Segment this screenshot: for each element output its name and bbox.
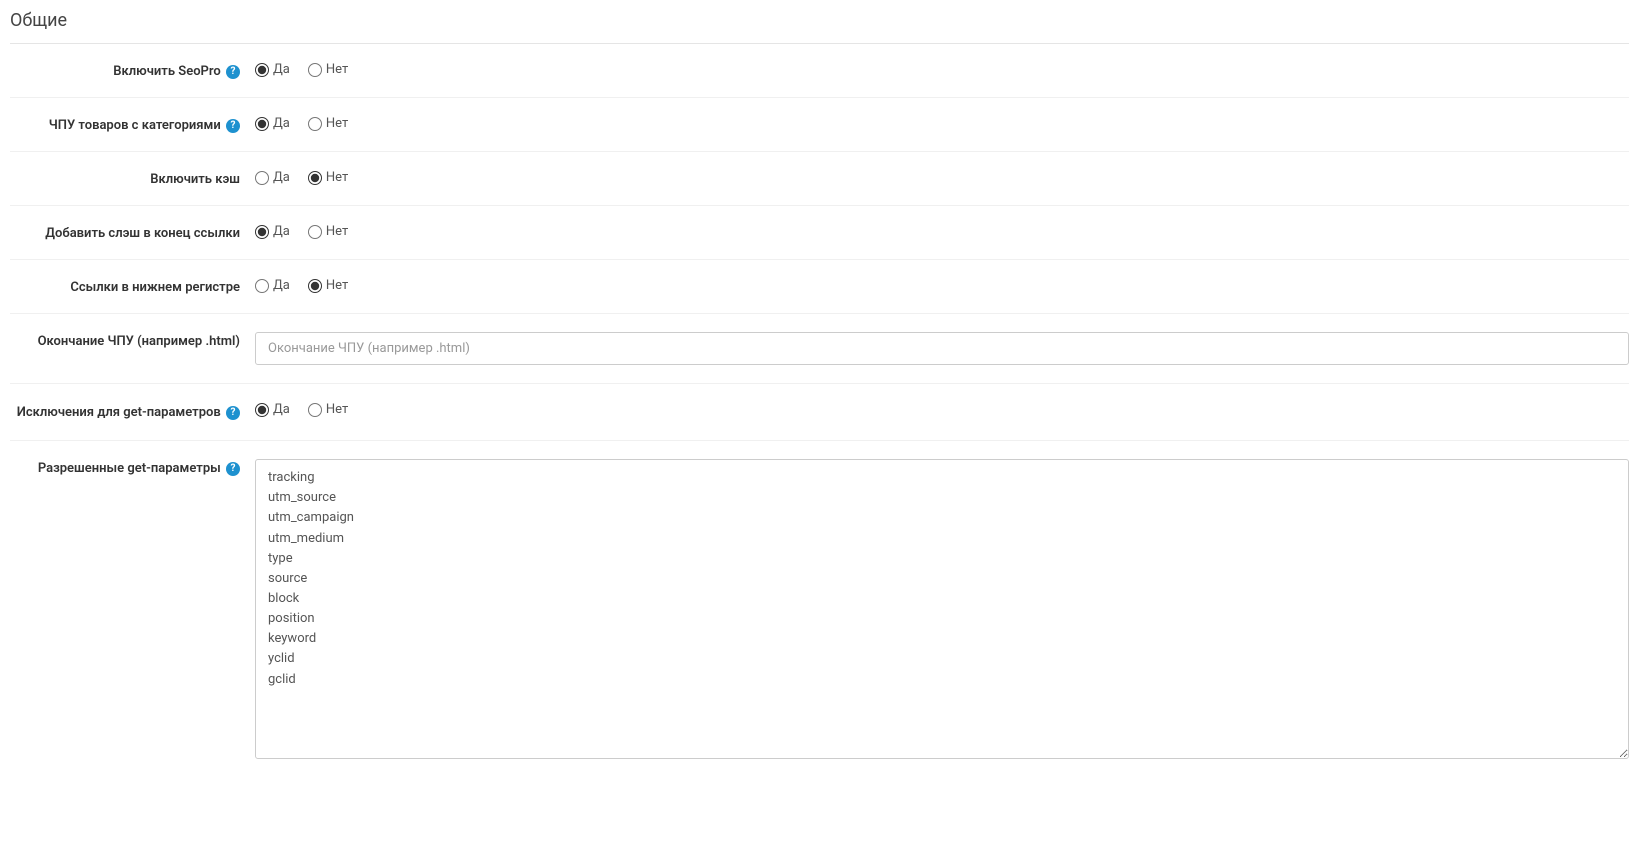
radio-no[interactable]: Нет <box>308 402 348 417</box>
radio-yes-input[interactable] <box>255 279 269 293</box>
radio-yes[interactable]: Да <box>255 170 290 185</box>
label-get-param-exceptions: Исключения для get-параметров ? <box>10 402 255 422</box>
radio-no[interactable]: Нет <box>308 278 348 293</box>
radio-no-label: Нет <box>326 116 348 131</box>
radio-no-label: Нет <box>326 224 348 239</box>
radio-no-input[interactable] <box>308 63 322 77</box>
help-icon[interactable]: ? <box>226 406 240 420</box>
radio-no-input[interactable] <box>308 171 322 185</box>
radio-yes[interactable]: Да <box>255 402 290 417</box>
radio-no-input[interactable] <box>308 225 322 239</box>
radio-yes[interactable]: Да <box>255 224 290 239</box>
row-product-urls-categories: ЧПУ товаров с категориями ? Да Нет <box>10 98 1629 152</box>
radio-yes-label: Да <box>273 278 290 293</box>
radio-yes-label: Да <box>273 116 290 131</box>
radio-no-label: Нет <box>326 62 348 77</box>
radio-yes-input[interactable] <box>255 117 269 131</box>
label-allowed-get-params: Разрешенные get-параметры ? <box>10 459 255 476</box>
row-trailing-slash: Добавить слэш в конец ссылки Да Нет <box>10 206 1629 260</box>
radio-yes-label: Да <box>273 402 290 417</box>
radio-no-input[interactable] <box>308 403 322 417</box>
radio-yes-input[interactable] <box>255 403 269 417</box>
allowed-get-params-textarea[interactable] <box>255 459 1629 759</box>
label-lowercase-urls: Ссылки в нижнем регистре <box>10 278 255 295</box>
radio-no-label: Нет <box>326 278 348 293</box>
label-enable-cache: Включить кэш <box>10 170 255 187</box>
row-lowercase-urls: Ссылки в нижнем регистре Да Нет <box>10 260 1629 314</box>
radio-yes-label: Да <box>273 224 290 239</box>
label-product-urls-categories: ЧПУ товаров с категориями ? <box>10 116 255 133</box>
radio-no[interactable]: Нет <box>308 170 348 185</box>
radio-no-label: Нет <box>326 402 348 417</box>
radio-yes-label: Да <box>273 170 290 185</box>
radio-no[interactable]: Нет <box>308 62 348 77</box>
help-icon[interactable]: ? <box>226 462 240 476</box>
radio-no-input[interactable] <box>308 117 322 131</box>
radio-yes[interactable]: Да <box>255 116 290 131</box>
url-ending-input[interactable] <box>255 332 1629 365</box>
radio-no-input[interactable] <box>308 279 322 293</box>
radio-no-label: Нет <box>326 170 348 185</box>
row-allowed-get-params: Разрешенные get-параметры ? <box>10 441 1629 781</box>
radio-yes-input[interactable] <box>255 171 269 185</box>
radio-yes-input[interactable] <box>255 225 269 239</box>
row-enable-cache: Включить кэш Да Нет <box>10 152 1629 206</box>
radio-yes-label: Да <box>273 62 290 77</box>
row-enable-seopro: Включить SeoPro ? Да Нет <box>10 44 1629 98</box>
help-icon[interactable]: ? <box>226 119 240 133</box>
section-title: Общие <box>10 0 1629 44</box>
help-icon[interactable]: ? <box>226 65 240 79</box>
radio-yes[interactable]: Да <box>255 62 290 77</box>
radio-yes[interactable]: Да <box>255 278 290 293</box>
radio-yes-input[interactable] <box>255 63 269 77</box>
row-get-param-exceptions: Исключения для get-параметров ? Да Нет <box>10 384 1629 441</box>
row-url-ending: Окончание ЧПУ (например .html) <box>10 314 1629 384</box>
radio-no[interactable]: Нет <box>308 224 348 239</box>
label-url-ending: Окончание ЧПУ (например .html) <box>10 332 255 349</box>
radio-no[interactable]: Нет <box>308 116 348 131</box>
label-enable-seopro: Включить SeoPro ? <box>10 62 255 79</box>
label-trailing-slash: Добавить слэш в конец ссылки <box>10 224 255 241</box>
